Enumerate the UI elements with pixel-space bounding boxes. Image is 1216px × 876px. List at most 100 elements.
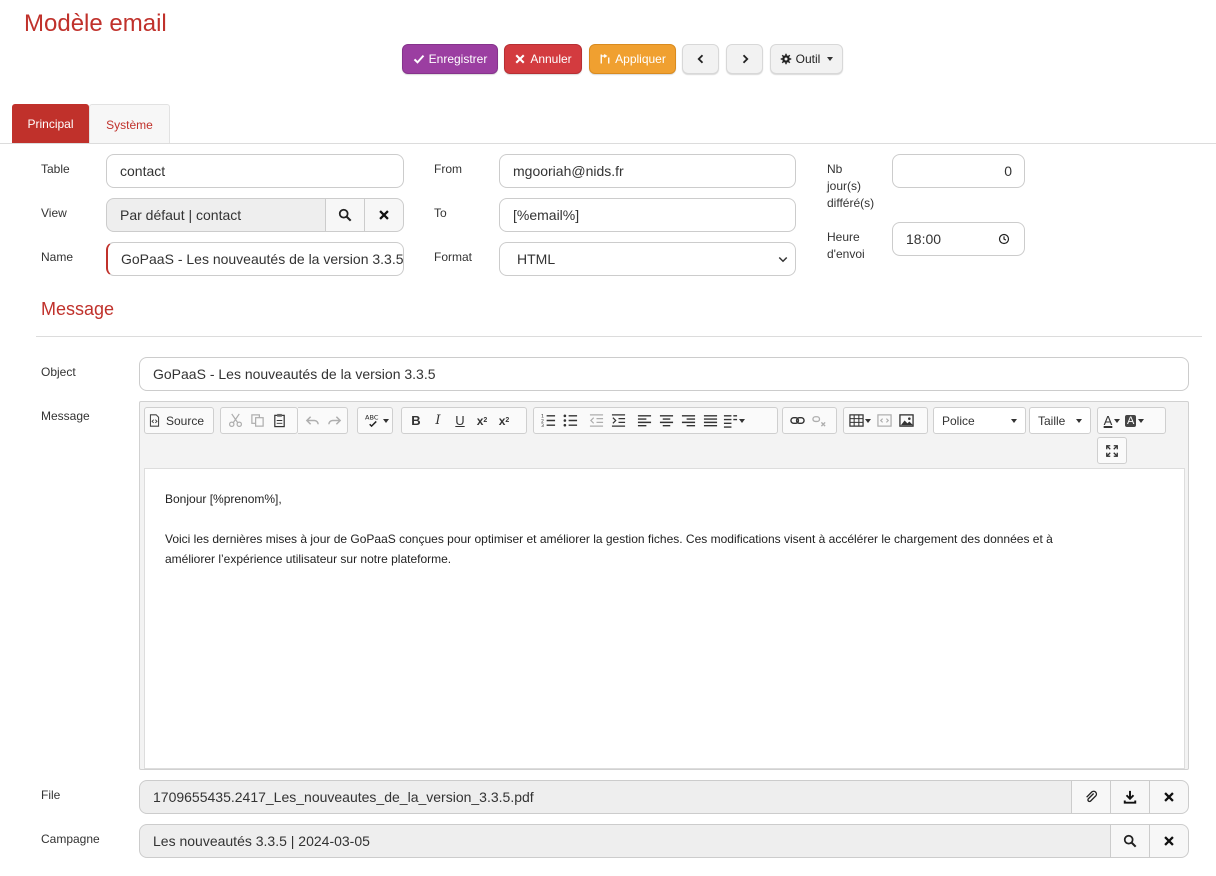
- cancel-button-label: Annuler: [530, 52, 572, 66]
- italic-icon[interactable]: I: [427, 409, 449, 432]
- editor-greeting-line: Bonjour [%prenom%],: [165, 492, 282, 506]
- iframe-icon[interactable]: [873, 409, 895, 432]
- maximize-button[interactable]: [1097, 437, 1127, 464]
- copy-icon[interactable]: [246, 409, 268, 432]
- font-size-select-label: Taille: [1038, 413, 1066, 428]
- close-icon: [1164, 792, 1174, 802]
- check-icon: [413, 54, 424, 64]
- font-family-select-label: Police: [942, 413, 975, 428]
- tool-dropdown-button[interactable]: Outil: [770, 44, 843, 74]
- attach-button[interactable]: [1071, 780, 1111, 814]
- next-button[interactable]: [726, 44, 763, 74]
- nb-jours-label: Nb jour(s) différé(s): [827, 161, 874, 212]
- maximize-icon: [1106, 444, 1118, 457]
- spellcheck-button[interactable]: ABC: [357, 407, 393, 434]
- table-icon[interactable]: [847, 409, 873, 432]
- from-field[interactable]: mgooriah@nids.fr: [499, 154, 796, 188]
- clock-icon[interactable]: [998, 233, 1010, 245]
- campagne-search-button[interactable]: [1110, 824, 1150, 858]
- campagne-clear-button[interactable]: [1149, 824, 1189, 858]
- text-color-icon[interactable]: A: [1101, 409, 1123, 432]
- object-label: Object: [41, 365, 76, 379]
- bullet-list-icon[interactable]: [559, 409, 581, 432]
- table-label: Table: [41, 162, 70, 176]
- heure-field[interactable]: 18:00: [892, 222, 1025, 256]
- font-size-select[interactable]: Taille: [1029, 407, 1091, 434]
- close-icon: [1164, 836, 1174, 846]
- link-icon[interactable]: [786, 409, 808, 432]
- background-color-icon[interactable]: A: [1123, 409, 1146, 432]
- download-button[interactable]: [1110, 780, 1150, 814]
- view-clear-button[interactable]: [364, 198, 404, 232]
- unlink-icon[interactable]: [808, 409, 830, 432]
- heure-label-line2: d'envoi: [827, 247, 865, 261]
- previous-button[interactable]: [682, 44, 719, 74]
- paragraph-group: 123: [533, 407, 778, 434]
- paste-icon[interactable]: [268, 409, 290, 432]
- app-root: Modèle email Enregistrer Annuler Appliqu…: [0, 0, 1216, 876]
- numbered-list-icon[interactable]: 123: [537, 409, 559, 432]
- view-search-button[interactable]: [325, 198, 365, 232]
- nb-jours-field[interactable]: 0: [892, 154, 1025, 188]
- align-center-icon[interactable]: [655, 409, 677, 432]
- paperclip-icon: [1086, 790, 1098, 803]
- underline-icon[interactable]: U: [449, 409, 471, 432]
- cancel-button[interactable]: Annuler: [504, 44, 582, 74]
- font-family-select[interactable]: Police: [933, 407, 1026, 434]
- indent-icon[interactable]: [607, 409, 629, 432]
- undo-icon[interactable]: [301, 409, 323, 432]
- svg-text:ABC: ABC: [365, 414, 379, 422]
- save-button-label: Enregistrer: [428, 52, 488, 66]
- redo-icon[interactable]: [323, 409, 345, 432]
- text-direction-icon[interactable]: [721, 409, 747, 432]
- caret-down-icon: [1138, 418, 1145, 423]
- tool-button-label: Outil: [795, 52, 821, 66]
- source-button[interactable]: Source: [144, 407, 214, 434]
- file-label: File: [41, 788, 61, 802]
- source-icon: [149, 414, 160, 427]
- align-right-icon[interactable]: [677, 409, 699, 432]
- name-field[interactable]: GoPaaS - Les nouveautés de la version 3.…: [106, 242, 404, 276]
- file-clear-button[interactable]: [1149, 780, 1189, 814]
- tab-systeme[interactable]: Système: [89, 104, 170, 144]
- bold-icon[interactable]: B: [405, 409, 427, 432]
- editor-content-area[interactable]: Bonjour [%prenom%], Voici les dernières …: [144, 468, 1185, 769]
- outdent-icon[interactable]: [585, 409, 607, 432]
- caret-down-icon: [1011, 418, 1017, 423]
- subscript-icon[interactable]: x2: [471, 409, 493, 432]
- chevron-left-icon: [696, 54, 703, 64]
- format-select[interactable]: HTML: [499, 242, 796, 276]
- apply-button[interactable]: Appliquer: [589, 44, 676, 74]
- link-group: [782, 407, 837, 434]
- table-field[interactable]: contact: [106, 154, 404, 188]
- heure-label-line1: Heure: [827, 230, 860, 244]
- svg-text:3: 3: [541, 423, 544, 428]
- close-icon: [515, 54, 525, 64]
- caret-down-icon: [1076, 418, 1082, 423]
- nb-jours-label-line3: différé(s): [827, 196, 875, 210]
- tabs-divider: [0, 143, 1216, 144]
- source-button-label: Source: [166, 413, 205, 428]
- object-field[interactable]: GoPaaS - Les nouveautés de la version 3.…: [139, 357, 1189, 391]
- superscript-icon[interactable]: x2: [493, 409, 515, 432]
- save-button[interactable]: Enregistrer: [402, 44, 498, 74]
- section-divider: [36, 336, 1202, 337]
- apply-icon: [600, 54, 610, 64]
- rich-text-editor: Source ABC B I U x2 x2 123 Police Taille…: [139, 401, 1189, 770]
- tab-principal[interactable]: Principal: [12, 104, 89, 144]
- image-icon[interactable]: [895, 409, 917, 432]
- view-field[interactable]: Par défaut | contact: [106, 198, 327, 232]
- message-label: Message: [41, 409, 90, 423]
- nb-jours-label-line1: Nb: [827, 162, 843, 176]
- file-field[interactable]: 1709655435.2417_Les_nouveautes_de_la_ver…: [139, 780, 1073, 814]
- to-field[interactable]: [%email%]: [499, 198, 796, 232]
- history-group: [298, 407, 348, 434]
- align-justify-icon[interactable]: [699, 409, 721, 432]
- campagne-label: Campagne: [41, 832, 100, 846]
- campagne-field[interactable]: Les nouveautés 3.3.5 | 2024-03-05: [139, 824, 1112, 858]
- view-label: View: [41, 206, 67, 220]
- align-left-icon[interactable]: [633, 409, 655, 432]
- name-label: Name: [41, 250, 74, 264]
- cut-icon[interactable]: [224, 409, 246, 432]
- chevron-down-icon: [778, 256, 788, 263]
